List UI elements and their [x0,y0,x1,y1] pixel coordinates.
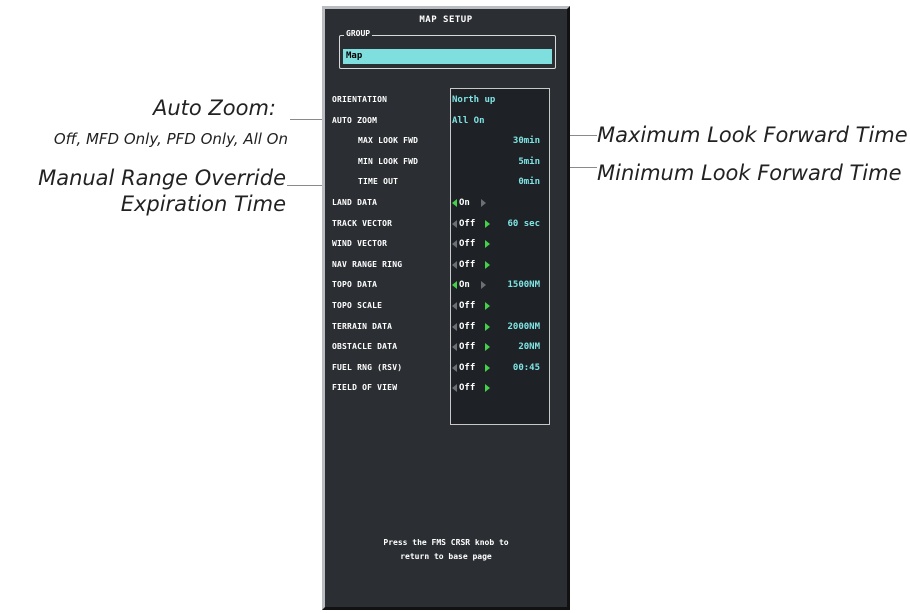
manual-range-callout-line1: Manual Range Override [38,166,286,190]
setting-label: ORIENTATION [332,95,388,104]
group-select[interactable]: Map [343,49,552,64]
right-arrow-icon[interactable] [485,343,490,352]
min-look-callout: Minimum Look Forward Time [597,161,902,185]
setting-label: FIELD OF VIEW [332,383,398,393]
auto-zoom-callout-title: Auto Zoom: [152,96,276,120]
setting-row[interactable]: MAX LOOK FWD 30min [325,134,567,148]
group-label: GROUP [344,29,373,38]
setting-row[interactable]: TOPO SCALE Off [325,299,567,313]
footer-instruction: Press the FMS CRSR knob to return to bas… [325,536,567,564]
right-arrow-icon[interactable] [485,322,490,331]
left-arrow-icon[interactable] [452,343,457,352]
setting-row[interactable]: NAV RANGE RING Off [325,258,567,272]
setting-value[interactable]: Off [459,237,475,251]
footer-line-2: return to base page [400,552,492,561]
right-arrow-icon[interactable] [485,240,490,249]
setting-label: MAX LOOK FWD [358,136,419,146]
setting-value[interactable]: 5min [518,155,540,169]
setting-value[interactable]: Off [459,217,475,231]
setting-value[interactable]: 0min [518,175,540,189]
setting-row[interactable]: TOPO DATA On 1500NM [325,278,567,292]
left-arrow-icon[interactable] [452,219,457,228]
setting-label: FUEL RNG (RSV) [332,362,403,372]
setting-row[interactable]: OBSTACLE DATA Off 20NM [325,340,567,354]
left-arrow-icon[interactable] [452,363,457,372]
setting-value[interactable]: Off [459,320,475,334]
max-look-callout: Maximum Look Forward Time [597,123,908,147]
setting-label: MIN LOOK FWD [358,156,419,166]
setting-value[interactable]: On [459,196,470,210]
setting-value[interactable]: All On [452,114,485,128]
auto-zoom-callout-options: Off, MFD Only, PFD Only, All On [53,130,288,148]
left-arrow-icon[interactable] [452,199,457,207]
left-arrow-icon[interactable] [452,281,457,290]
group-box: GROUP Map [339,29,556,69]
right-arrow-icon[interactable] [485,219,490,228]
setting-row[interactable]: AUTO ZOOM All On [325,114,567,128]
setting-row[interactable]: ORIENTATION North up [325,93,567,107]
right-arrow-icon[interactable] [485,384,490,393]
setting-row[interactable]: FUEL RNG (RSV) Off 00:45 [325,361,567,375]
setting-value[interactable]: Off [459,258,475,272]
setting-value[interactable]: Off [459,340,475,354]
setting-extra-value: 1500NM [507,280,540,291]
setting-extra-value: 2000NM [507,321,540,332]
setting-value[interactable]: Off [459,361,475,375]
setting-row[interactable]: FIELD OF VIEW Off [325,381,567,395]
right-arrow-icon[interactable] [481,199,486,207]
right-arrow-icon[interactable] [481,281,486,290]
setting-label: NAV RANGE RING [332,259,403,269]
manual-range-callout-line2: Expiration Time [120,192,286,216]
setting-row[interactable]: TIME OUT 0min [325,175,567,189]
right-arrow-icon[interactable] [485,260,490,269]
setting-value[interactable]: 30min [513,134,540,148]
setting-value[interactable]: Off [459,299,475,313]
setting-label: TERRAIN DATA [332,321,393,331]
left-arrow-icon[interactable] [452,240,457,249]
panel-title: MAP SETUP [419,15,473,25]
setting-extra-value: 00:45 [512,362,540,373]
setting-extra-value: 20NM [518,342,540,353]
left-arrow-icon[interactable] [452,322,457,331]
footer-line-1: Press the FMS CRSR knob to [383,538,509,547]
setting-row[interactable]: LAND DATA On [325,196,567,210]
setting-label: TRACK VECTOR [332,218,393,228]
setting-label: LAND DATA [332,198,378,207]
setting-value[interactable]: Off [459,381,475,395]
left-arrow-icon[interactable] [452,302,457,310]
setting-label: AUTO ZOOM [332,115,378,125]
setting-value[interactable]: On [459,278,470,292]
setting-label: TOPO DATA [332,280,378,290]
setting-value[interactable]: North up [452,93,495,107]
left-arrow-icon[interactable] [452,384,457,393]
setting-extra-value: 60 sec [507,218,540,229]
setting-label: OBSTACLE DATA [332,342,398,352]
setting-row[interactable]: MIN LOOK FWD 5min [325,155,567,169]
setting-row[interactable]: TRACK VECTOR Off 60 sec [325,217,567,231]
map-setup-panel: MAP SETUP GROUP Map ORIENTATION North up A… [322,6,570,610]
right-arrow-icon[interactable] [485,363,490,372]
setting-label: WIND VECTOR [332,239,388,249]
setting-label: TOPO SCALE [332,301,383,310]
setting-row[interactable]: TERRAIN DATA Off 2000NM [325,320,567,334]
right-arrow-icon[interactable] [485,302,490,310]
setting-label: TIME OUT [358,177,399,187]
left-arrow-icon[interactable] [452,260,457,269]
setting-row[interactable]: WIND VECTOR Off [325,237,567,251]
